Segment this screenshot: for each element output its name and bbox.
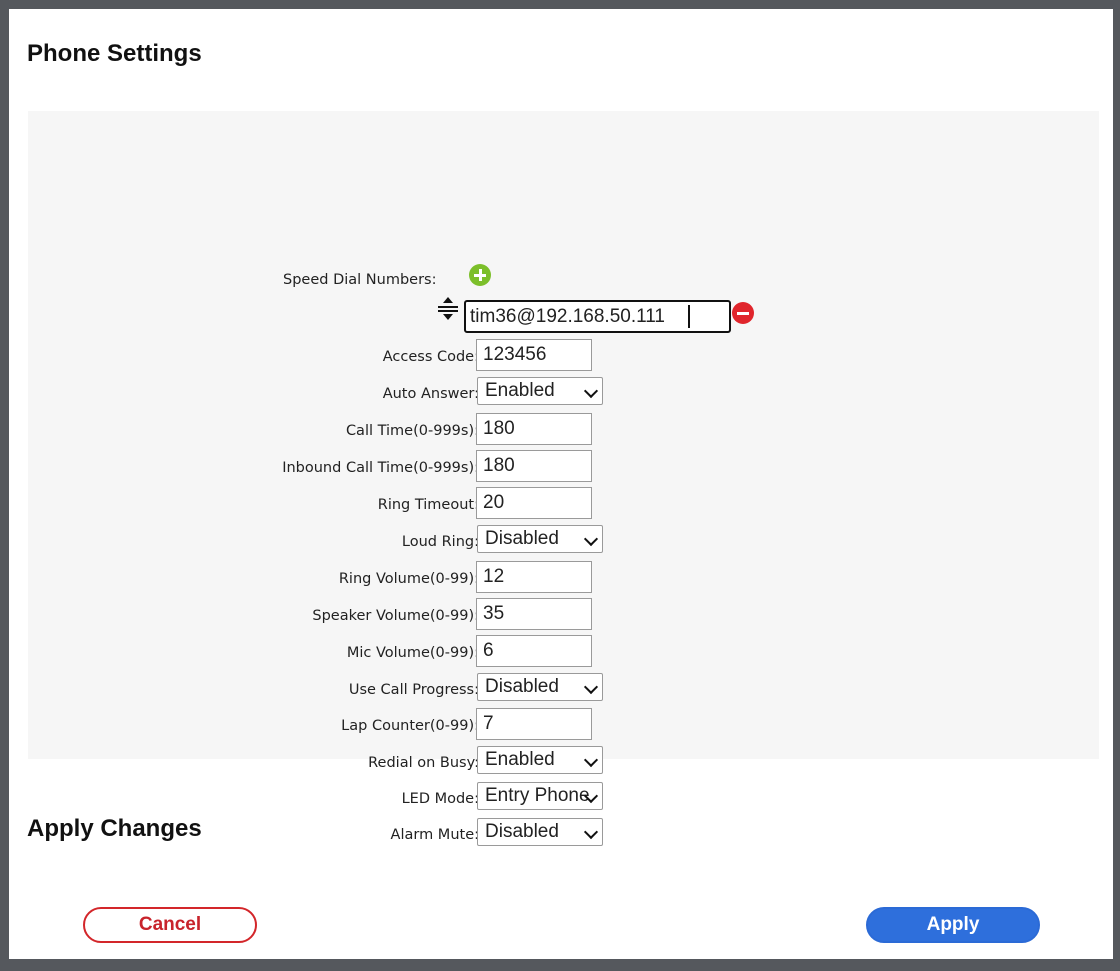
- drag-handle-icon[interactable]: [437, 295, 459, 323]
- led-mode-label: LED Mode:: [401, 791, 479, 807]
- cancel-button[interactable]: Cancel: [83, 907, 257, 943]
- chevron-down-icon: [583, 824, 599, 840]
- call-time-label: Call Time(0-999s):: [345, 423, 479, 439]
- speed-dial-label: Speed Dial Numbers:: [283, 272, 437, 288]
- led-mode-value: Entry Phone: [485, 785, 590, 806]
- alarm-mute-select[interactable]: Disabled: [477, 818, 603, 846]
- add-speed-dial-icon[interactable]: [469, 264, 491, 286]
- auto-answer-label: Auto Answer:: [382, 386, 479, 402]
- loud-ring-value: Disabled: [485, 528, 559, 549]
- lap-counter-row: Lap Counter(0-99): 7: [28, 708, 1099, 744]
- redial-on-busy-select[interactable]: Enabled: [477, 746, 603, 774]
- use-call-progress-label: Use Call Progress:: [348, 682, 479, 698]
- redial-on-busy-row: Redial on Busy: Enabled: [28, 745, 1099, 781]
- speaker-volume-row: Speaker Volume(0-99): 35: [28, 598, 1099, 634]
- call-time-input[interactable]: 180: [476, 413, 592, 445]
- led-mode-select[interactable]: Entry Phone: [477, 782, 603, 810]
- access-code-input[interactable]: 123456: [476, 339, 592, 371]
- chevron-down-icon: [583, 531, 599, 547]
- use-call-progress-row: Use Call Progress: Disabled: [28, 672, 1099, 708]
- mic-volume-input[interactable]: 6: [476, 635, 592, 667]
- mic-volume-label: Mic Volume(0-99):: [346, 645, 479, 661]
- ring-timeout-label: Ring Timeout:: [377, 497, 479, 513]
- auto-answer-row: Auto Answer: Enabled: [28, 376, 1099, 412]
- apply-changes-title: Apply Changes: [27, 815, 202, 842]
- redial-on-busy-value: Enabled: [485, 749, 555, 770]
- inbound-call-time-input[interactable]: 180: [476, 450, 592, 482]
- ring-timeout-input[interactable]: 20: [476, 487, 592, 519]
- speaker-volume-label: Speaker Volume(0-99):: [312, 608, 479, 624]
- apply-button[interactable]: Apply: [866, 907, 1040, 943]
- loud-ring-label: Loud Ring:: [401, 534, 479, 550]
- chevron-down-icon: [583, 383, 599, 399]
- lap-counter-input[interactable]: 7: [476, 708, 592, 740]
- ring-volume-label: Ring Volume(0-99):: [338, 571, 479, 587]
- chevron-down-icon: [583, 679, 599, 695]
- call-time-row: Call Time(0-999s): 180: [28, 413, 1099, 449]
- access-code-row: Access Code: 123456: [28, 339, 1099, 375]
- ring-volume-row: Ring Volume(0-99): 12: [28, 561, 1099, 597]
- auto-answer-select[interactable]: Enabled: [477, 377, 603, 405]
- ring-volume-input[interactable]: 12: [476, 561, 592, 593]
- led-mode-row: LED Mode: Entry Phone: [28, 781, 1099, 817]
- loud-ring-row: Loud Ring: Disabled: [28, 524, 1099, 560]
- auto-answer-value: Enabled: [485, 380, 555, 401]
- use-call-progress-value: Disabled: [485, 676, 559, 697]
- use-call-progress-select[interactable]: Disabled: [477, 673, 603, 701]
- speaker-volume-input[interactable]: 35: [476, 598, 592, 630]
- inbound-call-time-label: Inbound Call Time(0-999s):: [282, 460, 479, 476]
- alarm-mute-label: Alarm Mute:: [390, 827, 479, 843]
- page-title: Phone Settings: [27, 40, 202, 67]
- mic-volume-row: Mic Volume(0-99): 6: [28, 635, 1099, 671]
- redial-on-busy-label: Redial on Busy:: [368, 755, 479, 771]
- ring-timeout-row: Ring Timeout: 20: [28, 487, 1099, 523]
- inbound-call-time-row: Inbound Call Time(0-999s): 180: [28, 450, 1099, 486]
- loud-ring-select[interactable]: Disabled: [477, 525, 603, 553]
- chevron-down-icon: [583, 752, 599, 768]
- lap-counter-label: Lap Counter(0-99):: [341, 718, 479, 734]
- settings-panel: Speed Dial Numbers: tim36@192.168.50.111…: [28, 111, 1099, 846]
- alarm-mute-value: Disabled: [485, 821, 559, 842]
- settings-window: Phone Settings Speed Dial Numbers: tim36…: [9, 9, 1113, 959]
- remove-speed-dial-icon[interactable]: [732, 302, 754, 324]
- speed-dial-input[interactable]: tim36@192.168.50.111: [464, 300, 731, 333]
- access-code-label: Access Code:: [382, 349, 479, 365]
